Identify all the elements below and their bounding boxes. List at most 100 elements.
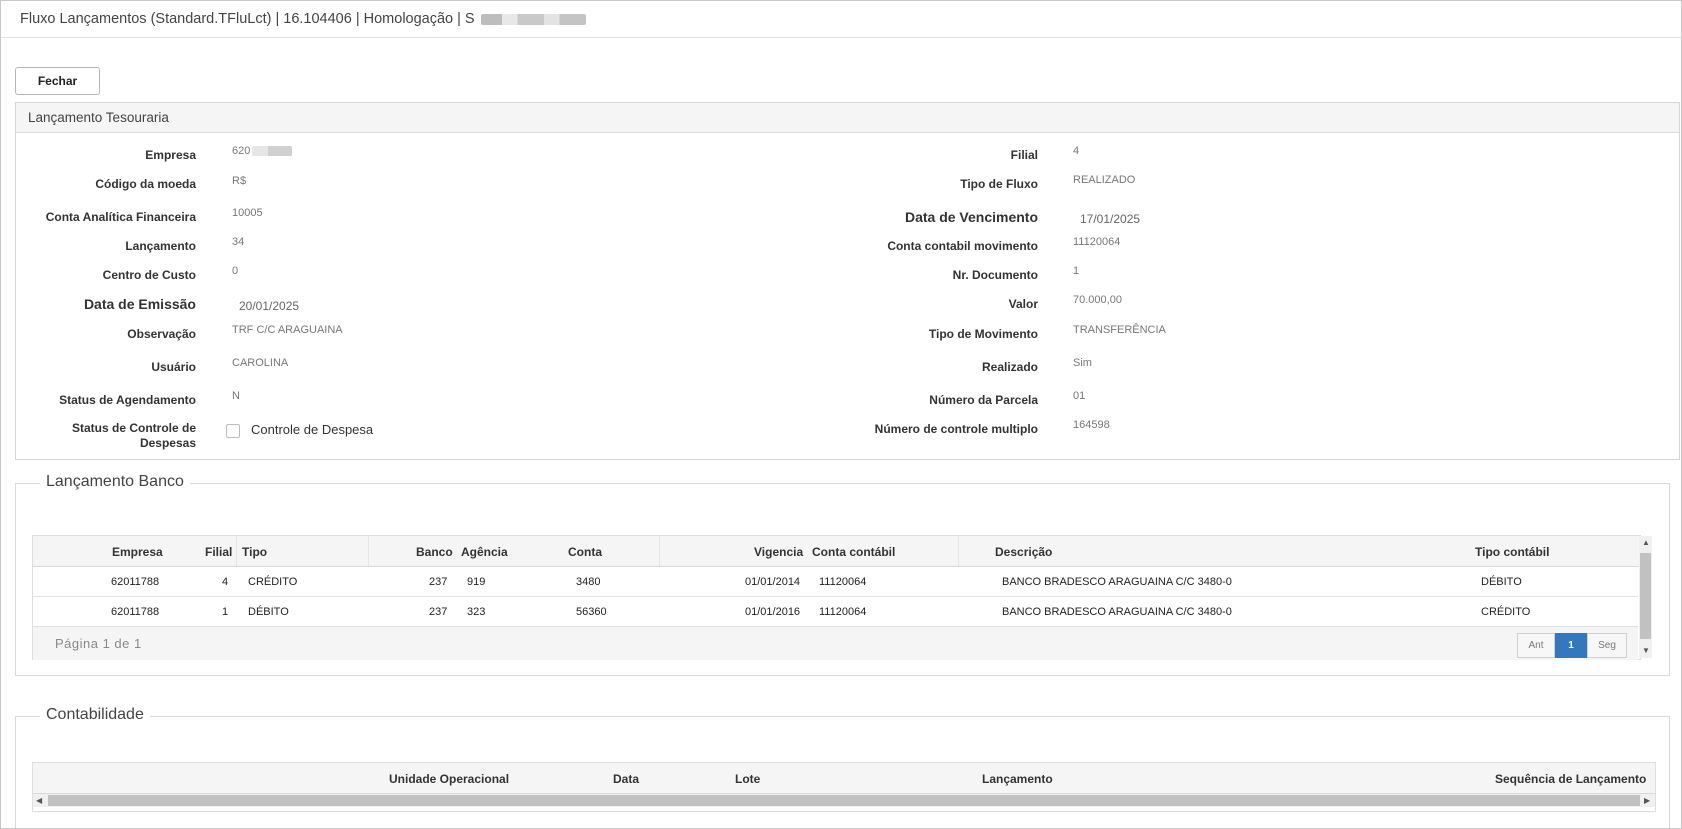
table-row[interactable]: 62011788 1 DÉBITO 237 323 56360 01/01/20… xyxy=(33,597,1638,627)
col-separator xyxy=(659,536,660,566)
status-agendamento-label: Status de Agendamento xyxy=(59,393,196,407)
controle-multiplo-value: 164598 xyxy=(1073,419,1110,431)
tipo-fluxo-value: REALIZADO xyxy=(1073,174,1136,186)
col-header-banco[interactable]: Banco xyxy=(416,545,453,559)
status-controle-label: Status de Controle de Despesas xyxy=(71,421,196,450)
empresa-label: Empresa xyxy=(145,148,196,162)
conta-contabil-mov-value: 11120064 xyxy=(1073,236,1121,248)
moeda-label: Código da moeda xyxy=(95,177,196,191)
tipo-movimento-label: Tipo de Movimento xyxy=(928,327,1038,341)
data-emissao-value: 20/01/2025 xyxy=(239,299,300,313)
contabilidade-legend: Contabilidade xyxy=(40,706,150,724)
realizado-label: Realizado xyxy=(981,360,1038,374)
banco-grid: Empresa Filial Tipo Banco Agência Conta … xyxy=(32,535,1641,660)
pager-text: Página 1 de 1 xyxy=(55,636,142,651)
conta-analitica-label: Conta Analítica Financeira xyxy=(45,210,196,224)
lancamento-label: Lançamento xyxy=(125,239,196,253)
contabilidade-horizontal-scrollbar[interactable]: ◀ ▶ xyxy=(33,794,1655,807)
observacao-value: TRF C/C ARAGUAINA xyxy=(232,324,343,336)
col-header-sequencia[interactable]: Sequência de Lançamento xyxy=(1495,772,1646,786)
scrollbar-thumb[interactable] xyxy=(48,795,1640,806)
col-header-tipo[interactable]: Tipo xyxy=(242,545,267,559)
scroll-down-icon[interactable]: ▼ xyxy=(1642,646,1650,655)
lancamento-value: 34 xyxy=(232,236,245,248)
controle-multiplo-label: Número de controle multiplo xyxy=(874,422,1038,436)
scroll-up-icon[interactable]: ▲ xyxy=(1642,538,1650,547)
cell-conta: 56360 xyxy=(576,606,607,618)
realizado-value: Sim xyxy=(1073,357,1092,369)
cell-tipo: CRÉDITO xyxy=(248,576,298,588)
cell-empresa: 62011788 xyxy=(111,606,160,618)
cell-conta-contabil: 11120064 xyxy=(819,576,867,588)
title-bar: Fluxo Lançamentos (Standard.TFluLct) | 1… xyxy=(1,1,1681,38)
cell-tipo-contabil: DÉBITO xyxy=(1481,576,1522,588)
cell-filial: 4 xyxy=(222,576,229,588)
col-separator xyxy=(236,536,237,566)
valor-value: 70.000,00 xyxy=(1073,294,1122,306)
nr-documento-value: 1 xyxy=(1073,265,1080,277)
scrollbar-thumb[interactable] xyxy=(1640,553,1651,639)
cell-conta: 3480 xyxy=(576,576,601,588)
cell-filial: 1 xyxy=(222,606,229,618)
col-header-conta-contabil[interactable]: Conta contábil xyxy=(812,545,895,559)
cell-vigencia: 01/01/2014 xyxy=(745,576,801,588)
banco-legend: Lançamento Banco xyxy=(40,473,190,491)
scroll-right-icon[interactable]: ▶ xyxy=(1644,796,1650,805)
cell-tipo: DÉBITO xyxy=(248,606,289,618)
col-header-lote[interactable]: Lote xyxy=(735,772,760,786)
col-header-tipo-contabil[interactable]: Tipo contábil xyxy=(1475,545,1549,559)
col-header-unidade-operacional[interactable]: Unidade Operacional xyxy=(389,772,509,786)
banco-grid-header: Empresa Filial Tipo Banco Agência Conta … xyxy=(33,536,1640,567)
cell-vigencia: 01/01/2016 xyxy=(745,606,801,618)
cell-conta-contabil: 11120064 xyxy=(819,606,867,618)
cell-banco: 237 xyxy=(429,576,448,588)
conta-contabil-mov-label: Conta contabil movimento xyxy=(887,239,1038,253)
pager-prev-button[interactable]: Ant xyxy=(1517,633,1555,658)
cell-descricao: BANCO BRADESCO ARAGUAINA C/C 3480-0 xyxy=(1002,606,1232,618)
cell-descricao: BANCO BRADESCO ARAGUAINA C/C 3480-0 xyxy=(1002,576,1232,588)
col-header-descricao[interactable]: Descrição xyxy=(995,545,1052,559)
tesouraria-panel-title: Lançamento Tesouraria xyxy=(28,110,169,125)
controle-despesa-checkbox[interactable] xyxy=(226,424,240,438)
redacted-text xyxy=(252,146,293,157)
data-emissao-label: Data de Emissão xyxy=(83,296,196,312)
tesouraria-panel-header: Lançamento Tesouraria xyxy=(16,103,1679,133)
col-separator xyxy=(368,536,369,566)
tipo-movimento-value: TRANSFERÊNCIA xyxy=(1073,324,1166,336)
col-header-conta[interactable]: Conta xyxy=(568,545,602,559)
contabilidade-grid: Unidade Operacional Data Lote Lançamento… xyxy=(32,762,1656,812)
close-button[interactable]: Fechar xyxy=(15,67,100,95)
col-separator xyxy=(958,536,959,566)
pager-page-button[interactable]: 1 xyxy=(1555,633,1587,658)
cell-empresa: 62011788 xyxy=(111,576,160,588)
numero-parcela-value: 01 xyxy=(1073,390,1086,402)
observacao-label: Observação xyxy=(127,327,196,341)
col-header-lancamento[interactable]: Lançamento xyxy=(982,772,1053,786)
cell-tipo-contabil: CRÉDITO xyxy=(1481,606,1531,618)
empresa-value: 620 xyxy=(232,145,293,157)
col-header-empresa[interactable]: Empresa xyxy=(112,545,163,559)
moeda-value: R$ xyxy=(232,175,247,187)
cell-agencia: 323 xyxy=(467,606,486,618)
window-title: Fluxo Lançamentos (Standard.TFluLct) | 1… xyxy=(20,11,586,27)
centro-custo-label: Centro de Custo xyxy=(102,268,196,282)
cell-banco: 237 xyxy=(429,606,448,618)
redacted-text xyxy=(480,13,586,25)
col-header-filial[interactable]: Filial xyxy=(205,545,232,559)
contabilidade-grid-header: Unidade Operacional Data Lote Lançamento… xyxy=(33,763,1655,794)
col-header-vigencia[interactable]: Vigencia xyxy=(754,545,803,559)
valor-label: Valor xyxy=(1008,297,1038,311)
pager-next-button[interactable]: Seg xyxy=(1587,633,1627,658)
data-vencimento-value: 17/01/2025 xyxy=(1080,212,1141,226)
col-header-agencia[interactable]: Agência xyxy=(461,545,508,559)
banco-vertical-scrollbar[interactable]: ▲ ▼ xyxy=(1639,536,1652,658)
status-agendamento-value: N xyxy=(232,390,240,402)
col-header-data[interactable]: Data xyxy=(613,772,639,786)
scroll-left-icon[interactable]: ◀ xyxy=(36,796,42,805)
conta-analitica-value: 10005 xyxy=(232,207,263,219)
data-vencimento-label: Data de Vencimento xyxy=(904,209,1038,225)
table-row[interactable]: 62011788 4 CRÉDITO 237 919 3480 01/01/20… xyxy=(33,567,1638,597)
usuario-label: Usuário xyxy=(151,360,196,374)
filial-label: Filial xyxy=(1010,148,1038,162)
controle-despesa-label: Controle de Despesa xyxy=(251,422,374,437)
